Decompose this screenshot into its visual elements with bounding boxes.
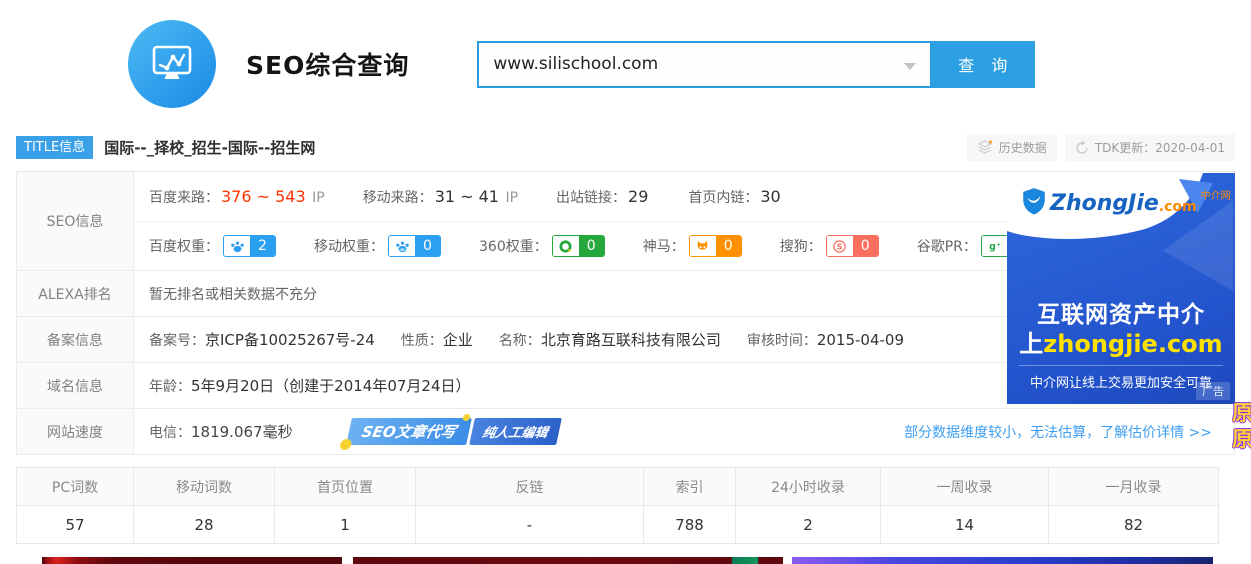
zhongjie-logo: ZhongJie .com 中介网 xyxy=(1021,187,1197,215)
keyword-stats-table: PC词数 移动词数 首页位置 反链 索引 24小时收录 一周收录 一月收录 57… xyxy=(16,467,1219,544)
shenma-cat-icon xyxy=(690,236,716,256)
svg-text:+: + xyxy=(996,241,1001,247)
icp-number-item: 备案号：京ICP备10025267号-24 xyxy=(149,329,375,350)
shield-icon xyxy=(1021,187,1047,215)
dropdown-caret-icon[interactable] xyxy=(904,63,916,70)
360-ring-icon xyxy=(553,236,579,256)
mobile-traffic-stat: 移动来路：31 ~ 41 IP xyxy=(363,187,518,207)
svg-text:m: m xyxy=(400,247,405,252)
telecom-speed-item: 电信：1819.067毫秒 xyxy=(149,421,293,442)
sogou-weight-badge[interactable]: S 0 xyxy=(826,235,879,257)
360-weight-item: 360权重： 0 xyxy=(479,235,605,257)
history-data-button[interactable]: 历史数据 xyxy=(967,134,1057,161)
360-weight-badge[interactable]: 0 xyxy=(552,235,605,257)
stats-value-homepage-position[interactable]: 1 xyxy=(275,506,416,544)
ad-subline: 上zhongjie.com xyxy=(1007,324,1235,359)
sogou-weight-item: 搜狗： S 0 xyxy=(780,235,879,257)
icp-company-item: 名称：北京育路互联科技有限公司 xyxy=(499,329,721,350)
domain-input[interactable] xyxy=(479,43,930,86)
baidu-traffic-stat: 百度来路：376 ~ 543 IP xyxy=(149,187,325,207)
title-info-badge: TITLE信息 xyxy=(16,136,93,159)
stats-header-week-included: 一周收录 xyxy=(881,468,1049,506)
baidu-mobile-paw-icon: m xyxy=(389,236,415,256)
query-button[interactable]: 查 询 xyxy=(932,41,1035,88)
stats-header-backlinks: 反链 xyxy=(416,468,644,506)
ad-logo-text: ZhongJie xyxy=(1050,193,1159,215)
svg-text:S: S xyxy=(837,241,843,251)
stats-header-row: PC词数 移动词数 首页位置 反链 索引 24小时收录 一周收录 一月收录 xyxy=(17,468,1219,506)
history-data-label: 历史数据 xyxy=(999,139,1047,156)
mobile-weight-item: 移动权重： m 0 xyxy=(314,235,441,257)
bottom-banner-strip-middle[interactable] xyxy=(353,557,783,564)
stats-value-week-included[interactable]: 14 xyxy=(881,506,1049,544)
stats-header-index: 索引 xyxy=(644,468,736,506)
title-bar: TITLE信息 国际--_择校_招生-国际--招生网 历史数据 TDK更新：20… xyxy=(16,134,1235,161)
stats-header-24h-included: 24小时收录 xyxy=(736,468,881,506)
promo-dot xyxy=(339,439,352,450)
baidu-weight-item: 百度权重： 2 xyxy=(149,235,276,257)
promo-part1: SEO文章代写 xyxy=(346,418,472,445)
page-title: SEO综合查询 xyxy=(246,46,409,82)
tdk-update-button[interactable]: TDK更新：2020-04-01 xyxy=(1065,134,1235,161)
stats-value-pc-words[interactable]: 57 xyxy=(17,506,134,544)
google-plus-icon: g+ xyxy=(982,236,1008,256)
icp-nature-item: 性质：企业 xyxy=(401,329,473,350)
site-speed-row: 网站速度 电信：1819.067毫秒 SEO文章代写 纯人工编辑 部分数据维度较… xyxy=(17,409,1234,454)
ad-logo-cn: 中介网 xyxy=(1201,187,1231,202)
edge-floating-ad[interactable]: 原 原 xyxy=(1232,400,1251,458)
header: SEO综合查询 查 询 xyxy=(0,0,1251,128)
ad-domain-text: zhongjie.com xyxy=(1043,330,1222,358)
estimate-details-link[interactable]: 部分数据维度较小，无法估算，了解估价详情 >> xyxy=(904,422,1212,442)
stats-value-row: 57 28 1 - 788 2 14 82 xyxy=(17,506,1219,544)
row-label-seo: SEO信息 xyxy=(17,172,134,270)
main-section: SEO信息 百度来路：376 ~ 543 IP 移动来路：31 ~ 41 IP … xyxy=(16,171,1235,455)
ad-label-tag: 广告 xyxy=(1196,382,1230,400)
row-label-domain: 域名信息 xyxy=(17,363,134,408)
stats-value-backlinks: - xyxy=(416,506,644,544)
shenma-weight-badge[interactable]: 0 xyxy=(689,235,742,257)
seo-query-page: SEO综合查询 查 询 TITLE信息 国际--_择校_招生-国际--招生网 历… xyxy=(0,0,1251,564)
seo-article-promo-badge[interactable]: SEO文章代写 纯人工编辑 xyxy=(346,418,562,445)
stats-header-mobile-words: 移动词数 xyxy=(134,468,275,506)
domain-age-item: 年龄：5年9月20日（创建于2014年07月24日） xyxy=(149,375,471,396)
row-label-speed: 网站速度 xyxy=(17,409,134,454)
banner-green-segment xyxy=(732,557,758,564)
shenma-weight-item: 神马： 0 xyxy=(643,235,742,257)
icp-number-link[interactable]: 京ICP备10025267号-24 xyxy=(205,331,375,349)
stats-value-24h-included[interactable]: 2 xyxy=(736,506,881,544)
stats-value-index[interactable]: 788 xyxy=(644,506,736,544)
icp-audit-date-item: 审核时间：2015-04-09 xyxy=(747,330,904,350)
stats-value-month-included[interactable]: 82 xyxy=(1049,506,1219,544)
sogou-s-icon: S xyxy=(827,236,853,256)
baidu-paw-icon xyxy=(224,236,250,256)
ad-divider xyxy=(1019,365,1223,366)
row-label-beian: 备案信息 xyxy=(17,317,134,362)
chart-monitor-icon xyxy=(146,38,198,90)
outbound-links-stat: 出站链接：29 xyxy=(556,187,650,207)
tdk-update-label: TDK更新：2020-04-01 xyxy=(1095,139,1225,156)
row-label-alexa: ALEXA排名 xyxy=(17,271,134,316)
site-title-text: 国际--_择校_招生-国际--招生网 xyxy=(104,137,315,158)
mobile-weight-badge[interactable]: m 0 xyxy=(388,235,441,257)
stats-header-homepage-position: 首页位置 xyxy=(275,468,416,506)
bottom-banner-strip-right[interactable] xyxy=(792,557,1213,564)
bottom-banner-strip-left[interactable] xyxy=(42,557,342,564)
refresh-icon xyxy=(1075,141,1089,155)
ad-logo-com: .com xyxy=(1159,199,1197,215)
layers-icon xyxy=(977,140,993,155)
search-bar: 查 询 xyxy=(477,41,1035,88)
app-logo xyxy=(128,20,216,108)
stats-value-mobile-words[interactable]: 28 xyxy=(134,506,275,544)
promo-part2: 纯人工编辑 xyxy=(469,418,562,445)
homepage-inner-links-stat: 首页内链：30 xyxy=(688,187,782,207)
baidu-weight-badge[interactable]: 2 xyxy=(223,235,276,257)
domain-input-wrap xyxy=(477,41,932,88)
alexa-rank-text: 暂无排名或相关数据不充分 xyxy=(149,284,317,304)
zhongjie-ad-banner[interactable]: ZhongJie .com 中介网 互联网资产中介 上zhongjie.com … xyxy=(1007,173,1235,404)
svg-text:g: g xyxy=(989,241,996,252)
stats-header-month-included: 一月收录 xyxy=(1049,468,1219,506)
stats-header-pc-words: PC词数 xyxy=(17,468,134,506)
